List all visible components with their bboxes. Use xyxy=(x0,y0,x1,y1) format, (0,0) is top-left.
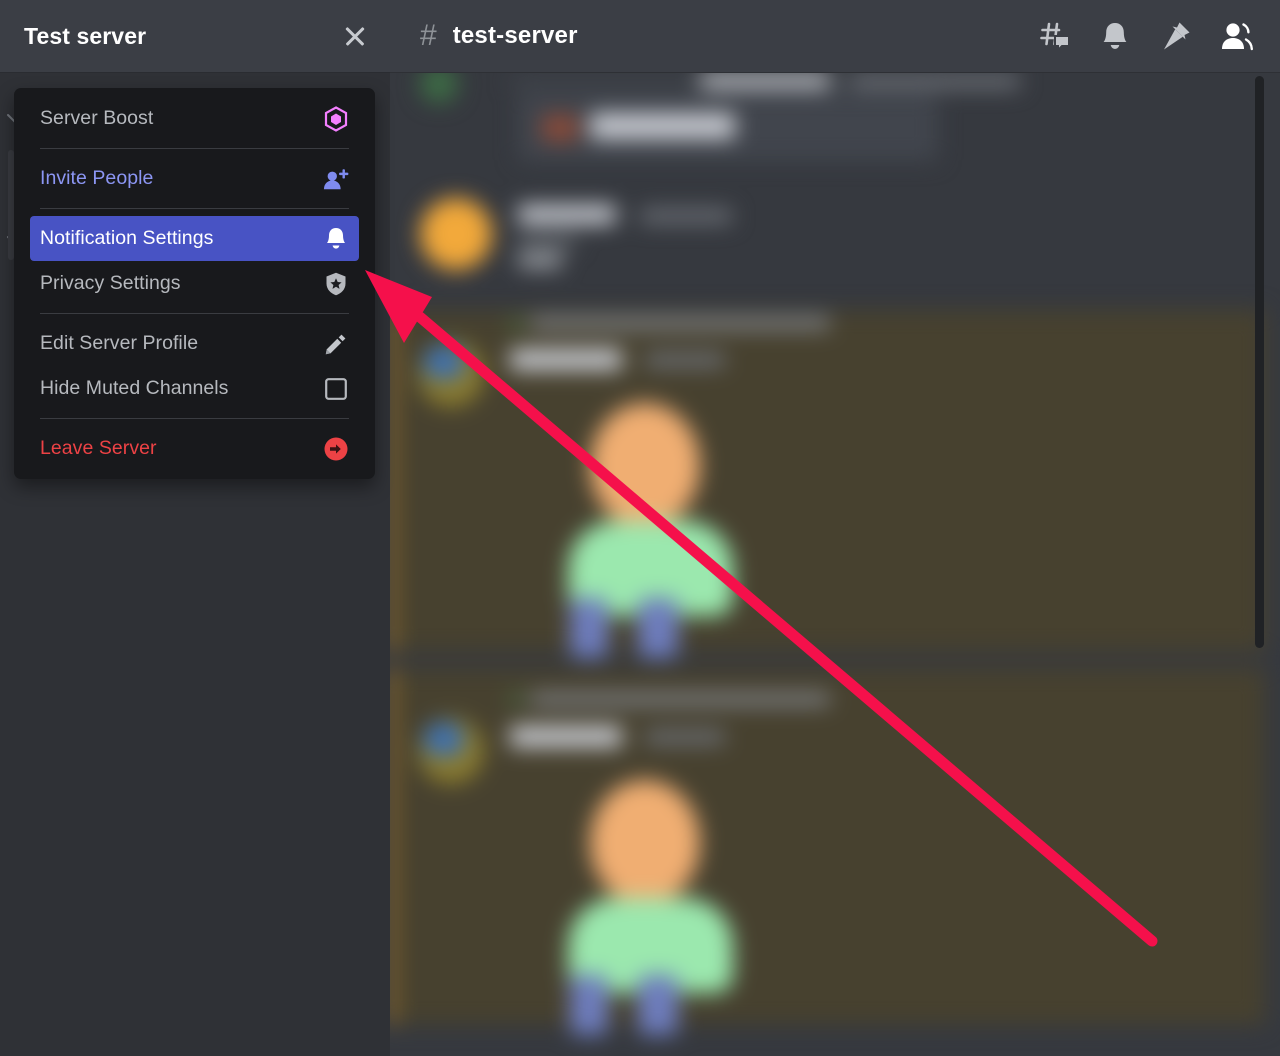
menu-divider xyxy=(40,208,349,209)
embed-text-blur xyxy=(590,113,735,139)
menu-item-label: Privacy Settings xyxy=(40,272,181,294)
image-attachment[interactable] xyxy=(550,393,780,658)
reply-preview-blur xyxy=(530,693,830,705)
menu-item-label: Notification Settings xyxy=(40,227,214,249)
channel-name-title: test-server xyxy=(452,22,578,49)
menu-item-notification-settings[interactable]: Notification Settings xyxy=(30,216,359,261)
boost-diamond-icon xyxy=(323,105,349,132)
menu-item-label: Server Boost xyxy=(40,107,154,129)
channel-main: # test-server xyxy=(390,0,1280,1056)
reply-preview-blur xyxy=(530,317,830,329)
menu-item-hide-muted-channels[interactable]: Hide Muted Channels xyxy=(30,366,359,411)
pinned-messages-icon[interactable] xyxy=(1160,20,1192,52)
mention-message-block xyxy=(390,668,1265,1025)
username-blur xyxy=(510,726,622,747)
menu-item-label: Hide Muted Channels xyxy=(40,377,229,399)
message-text-blur xyxy=(850,75,1020,88)
timestamp-blur xyxy=(645,730,725,744)
menu-divider xyxy=(40,418,349,419)
leave-arrow-icon xyxy=(323,436,349,462)
notification-bell-icon[interactable] xyxy=(1100,20,1132,52)
username-blur xyxy=(510,349,622,370)
menu-item-label: Edit Server Profile xyxy=(40,332,199,354)
avatar-detail xyxy=(424,722,464,756)
server-sidebar: Test server Server Boost Invite People N… xyxy=(0,0,390,1056)
timestamp-blur xyxy=(645,353,725,367)
embed-emoji-blur xyxy=(542,115,578,141)
channel-header: # test-server xyxy=(390,0,1280,73)
image-attachment[interactable] xyxy=(550,770,780,1035)
channel-header-actions xyxy=(1040,20,1253,52)
menu-item-leave-server[interactable]: Leave Server xyxy=(30,426,359,471)
member-list-icon[interactable] xyxy=(1220,20,1253,52)
menu-item-label: Invite People xyxy=(40,167,154,189)
avatar-detail xyxy=(424,345,464,379)
person-add-icon xyxy=(323,166,349,192)
message-text-blur xyxy=(518,235,576,248)
channel-hash-icon: # xyxy=(420,19,437,52)
menu-item-invite-people[interactable]: Invite People xyxy=(30,156,359,201)
menu-divider xyxy=(40,148,349,149)
menu-item-edit-server-profile[interactable]: Edit Server Profile xyxy=(30,321,359,366)
menu-item-label: Leave Server xyxy=(40,437,157,459)
username-blur xyxy=(518,205,616,224)
avatar xyxy=(420,73,458,103)
menu-item-server-boost[interactable]: Server Boost xyxy=(30,96,359,141)
threads-icon[interactable] xyxy=(1040,20,1072,52)
app-root: Test server Server Boost Invite People N… xyxy=(0,0,1280,1056)
reply-avatar-blur xyxy=(510,693,522,705)
bell-icon xyxy=(323,226,349,252)
close-icon[interactable] xyxy=(342,23,368,49)
message-text-blur xyxy=(518,253,562,268)
server-name-title: Test server xyxy=(24,22,147,49)
pencil-icon xyxy=(323,331,349,357)
message-text-blur xyxy=(700,73,830,89)
reply-avatar-blur xyxy=(510,318,522,330)
message-scrollbar[interactable] xyxy=(1255,76,1264,648)
avatar xyxy=(420,198,492,270)
message-feed[interactable] xyxy=(390,73,1280,1056)
checkbox-empty-icon[interactable] xyxy=(323,376,349,402)
server-header[interactable]: Test server xyxy=(0,0,390,73)
timestamp-blur xyxy=(640,209,732,223)
shield-star-icon xyxy=(323,271,349,297)
server-options-dropdown: Server Boost Invite People Notification … xyxy=(14,88,375,479)
menu-divider xyxy=(40,313,349,314)
menu-item-privacy-settings[interactable]: Privacy Settings xyxy=(30,261,359,306)
